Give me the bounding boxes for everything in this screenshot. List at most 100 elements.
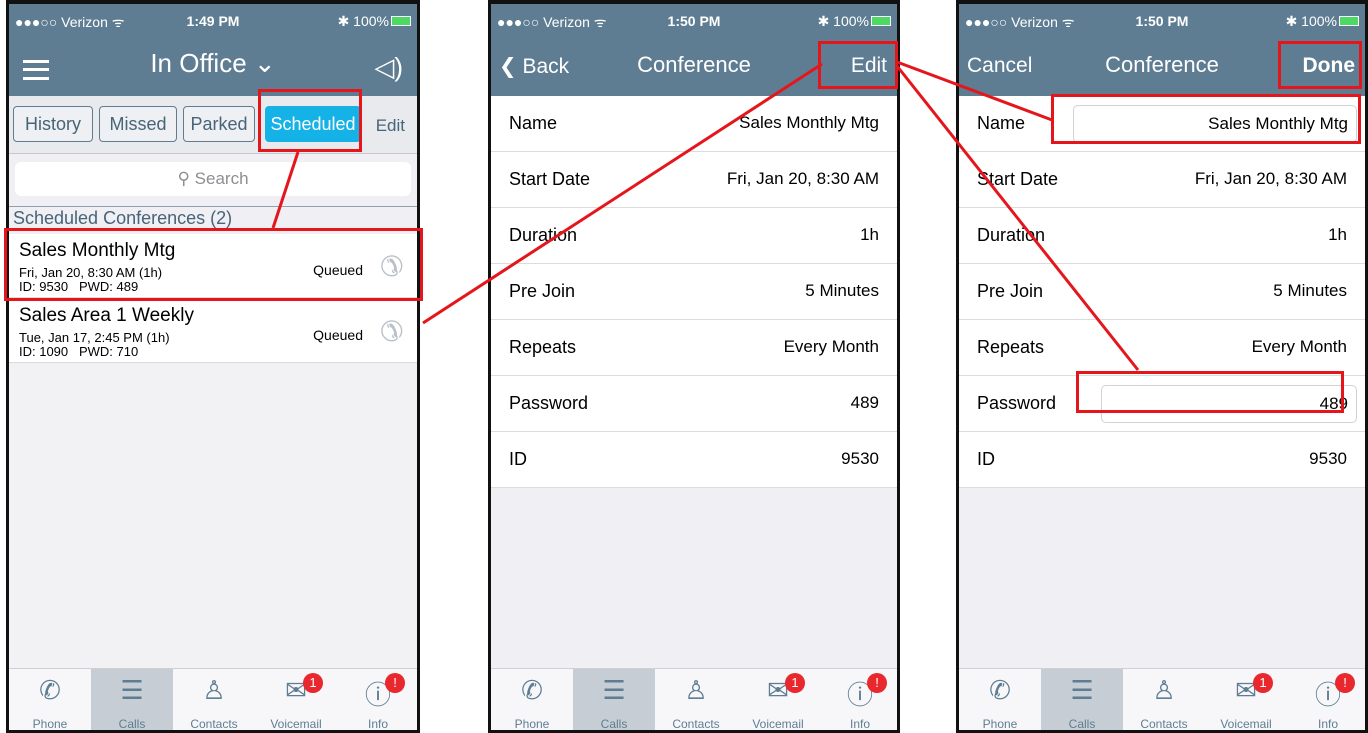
- tabbar-label: Contacts: [672, 717, 720, 731]
- conference-details: Name Sales Monthly Mtg Start Date Fri, Jan…: [491, 96, 897, 488]
- search-input[interactable]: ⚲ Search: [15, 162, 411, 196]
- tab-missed[interactable]: Missed: [99, 106, 177, 142]
- row-value: 5 Minutes: [805, 281, 879, 300]
- battery-icon: [871, 16, 891, 26]
- tabbar-voicemail[interactable]: ✉ 1 Voicemail: [737, 669, 819, 731]
- info-badge: !: [1335, 673, 1355, 693]
- envelope-icon: ✉: [767, 675, 789, 705]
- highlight-conference-row: [4, 228, 423, 301]
- row-label: Name: [977, 113, 1026, 133]
- battery-label: ✱ 100%: [817, 13, 869, 29]
- row-label: ID: [509, 449, 527, 469]
- detail-row-pre-join: Pre Join 5 Minutes: [491, 264, 897, 320]
- tabbar-phone[interactable]: ✆ Phone: [959, 669, 1041, 731]
- row-value: 9530: [841, 449, 879, 468]
- tabbar-label: Phone: [982, 717, 1018, 731]
- tabbar-label: Voicemail: [270, 717, 322, 731]
- tabbar-voicemail[interactable]: ✉ 1 Voicemail: [1205, 669, 1287, 731]
- highlight-password-field: [1076, 371, 1344, 413]
- person-icon: ♙: [684, 675, 708, 705]
- row-label: Password: [509, 393, 589, 413]
- detail-row-name: Name Sales Monthly Mtg: [491, 96, 897, 152]
- tabbar-calls[interactable]: ☰ Calls: [1041, 669, 1123, 731]
- tabbar-label: Phone: [514, 717, 550, 731]
- row-label: Password: [977, 393, 1057, 413]
- row-value: Every Month: [783, 337, 879, 356]
- highlight-done-button: [1278, 41, 1362, 89]
- row-value: Sales Monthly Mtg: [739, 113, 879, 132]
- tabbar-contacts[interactable]: ♙ Contacts: [173, 669, 255, 731]
- status-bar: ●●●○○ Verizon ᯤ 1:49 PM ✱ 100%: [9, 4, 417, 44]
- phone-icon: ✆: [39, 675, 61, 705]
- info-icon: ⓘ: [846, 680, 873, 710]
- empty-list-area: [9, 364, 417, 668]
- tabbar-contacts[interactable]: ♙ Contacts: [655, 669, 737, 731]
- presence-title[interactable]: In Office ⌄: [9, 48, 417, 79]
- tabbar-calls[interactable]: ☰ Calls: [91, 669, 173, 730]
- speaker-icon[interactable]: ◁): [374, 52, 403, 83]
- tab-bar: ✆ Phone ☰ Calls ♙ Contacts ✉ 1 Voicemail…: [9, 668, 417, 730]
- conference-row[interactable]: Sales Area 1 Weekly Tue, Jan 17, 2:45 PM…: [9, 299, 417, 363]
- tab-parked[interactable]: Parked: [183, 106, 255, 142]
- conference-credentials: ID: 1090 PWD: 710: [19, 344, 139, 359]
- highlight-scheduled-tab: [258, 89, 362, 152]
- tabbar-contacts[interactable]: ♙ Contacts: [1123, 669, 1205, 731]
- list-icon: ☰: [602, 675, 626, 705]
- tabbar-label: Contacts: [190, 717, 238, 731]
- section-header: Scheduled Conferences (2): [13, 208, 233, 228]
- tab-history[interactable]: History: [13, 106, 93, 142]
- detail-row-start-date: Start Date Fri, Jan 20, 8:30 AM: [491, 152, 897, 208]
- battery-label: ✱ 100%: [1285, 13, 1337, 29]
- row-label: Start Date: [509, 169, 591, 189]
- phone-icon[interactable]: ✆: [380, 315, 403, 348]
- detail-row-duration[interactable]: Duration 1h: [959, 208, 1365, 264]
- conference-edit-form: Name Sales Monthly Mtg Start Date Fri, Jan…: [959, 96, 1365, 488]
- highlight-name-field: [1051, 94, 1361, 144]
- tabbar-calls[interactable]: ☰ Calls: [573, 669, 655, 730]
- battery-label: ✱ 100%: [337, 13, 389, 29]
- tabbar-info[interactable]: ⓘ ! Info: [337, 669, 417, 730]
- tabbar-label: Voicemail: [1220, 717, 1272, 731]
- person-icon: ♙: [1152, 675, 1176, 705]
- row-label: ID: [977, 449, 995, 469]
- detail-row-duration: Duration 1h: [491, 208, 897, 264]
- envelope-icon: ✉: [1235, 675, 1257, 705]
- detail-row-password: Password 489: [491, 376, 897, 432]
- tabbar-info[interactable]: ⓘ ! Info: [819, 669, 897, 731]
- tabbar-voicemail[interactable]: ✉ 1 Voicemail: [255, 669, 337, 731]
- tabbar-phone[interactable]: ✆ Phone: [9, 669, 91, 730]
- search-icon: ⚲: [177, 169, 195, 188]
- edit-button[interactable]: Edit: [376, 116, 405, 136]
- tabbar-label: Calls: [1068, 717, 1096, 731]
- info-icon: ⓘ: [1314, 680, 1341, 710]
- tabbar-info[interactable]: ⓘ ! Info: [1287, 669, 1365, 731]
- row-label: Repeats: [977, 337, 1045, 357]
- row-label: Duration: [509, 225, 578, 245]
- voicemail-badge: 1: [1253, 673, 1273, 693]
- row-label: Name: [509, 113, 558, 133]
- tabbar-label: Info: [849, 717, 870, 731]
- battery-icon: [391, 16, 411, 26]
- tabbar-phone[interactable]: ✆ Phone: [491, 669, 573, 731]
- conference-status: Queued: [313, 327, 363, 343]
- person-icon: ♙: [202, 675, 226, 705]
- info-badge: !: [867, 673, 887, 693]
- row-value: 1h: [860, 225, 879, 244]
- detail-row-repeats[interactable]: Repeats Every Month: [959, 320, 1365, 376]
- detail-row-start-date[interactable]: Start Date Fri, Jan 20, 8:30 AM: [959, 152, 1365, 208]
- envelope-icon: ✉: [285, 675, 307, 705]
- tabbar-label: Info: [1317, 717, 1338, 731]
- status-bar: ●●●○○ Verizon ᯤ 1:50 PM ✱ 100%: [491, 4, 897, 44]
- detail-row-pre-join[interactable]: Pre Join 5 Minutes: [959, 264, 1365, 320]
- row-value: 1h: [1328, 225, 1347, 244]
- row-label: Repeats: [509, 337, 577, 357]
- row-label: Duration: [977, 225, 1046, 245]
- conference-schedule: Tue, Jan 17, 2:45 PM (1h): [19, 330, 170, 345]
- phone-icon: ✆: [989, 675, 1011, 705]
- tabbar-label: Contacts: [1140, 717, 1188, 731]
- phone-icon: ✆: [521, 675, 543, 705]
- list-icon: ☰: [120, 675, 144, 705]
- highlight-edit-button: [818, 41, 898, 89]
- row-value: 489: [850, 393, 879, 412]
- tabbar-label: Voicemail: [752, 717, 804, 731]
